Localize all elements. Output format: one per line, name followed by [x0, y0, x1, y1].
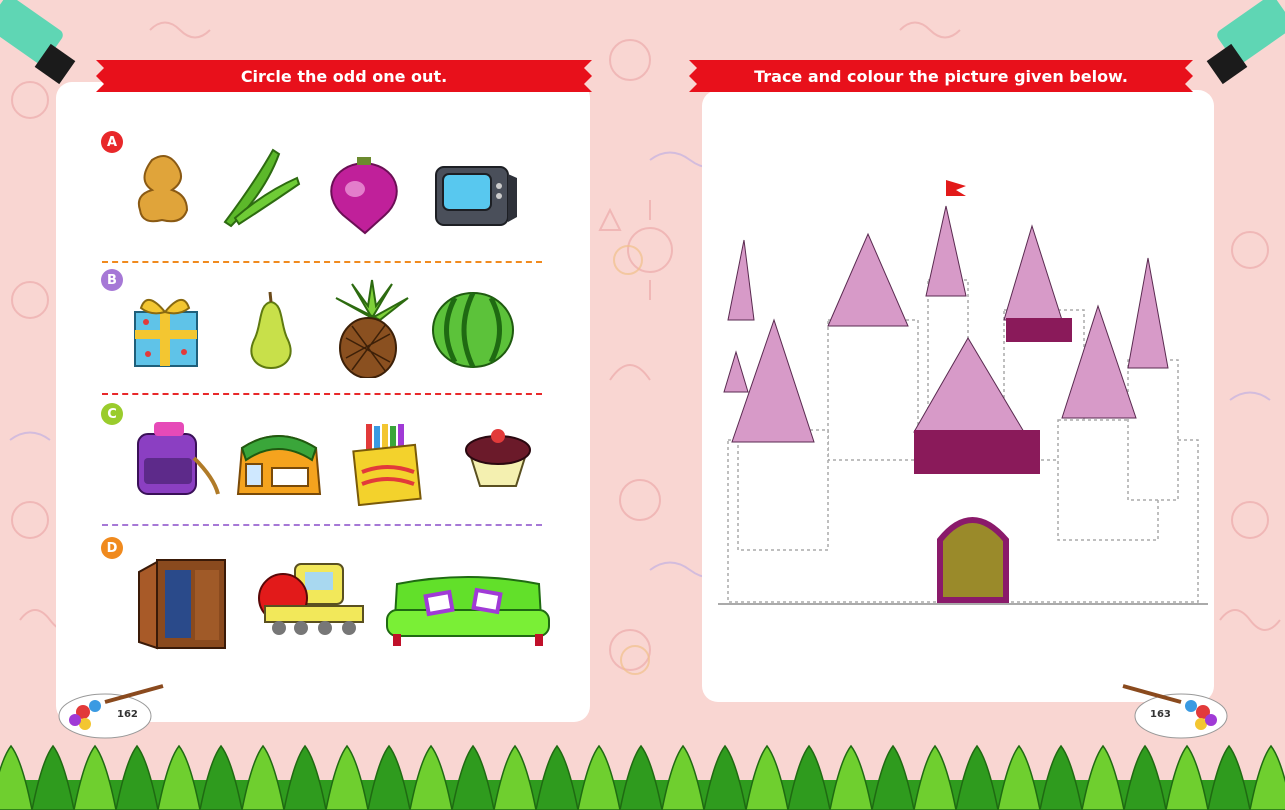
pear-icon[interactable]: [244, 290, 298, 370]
instruction-text: Circle the odd one out.: [240, 66, 448, 86]
palette-icon: [1122, 684, 1228, 739]
instruction-banner: Circle the odd one out.: [96, 56, 592, 96]
grass-blade: [451, 744, 495, 810]
grass-blade: [745, 744, 789, 810]
grass-blade: [1123, 744, 1167, 810]
grass-blade: [997, 744, 1041, 810]
school-bag-icon[interactable]: [132, 418, 224, 498]
okra-icon[interactable]: [215, 142, 303, 228]
grass-blade: [1081, 744, 1125, 810]
castle-picture[interactable]: [718, 180, 1208, 630]
crayon-box-icon[interactable]: [352, 422, 422, 506]
grass-blade: [367, 744, 411, 810]
television-icon[interactable]: [433, 162, 519, 232]
sofa-icon[interactable]: [383, 568, 553, 650]
grass-blade: [73, 744, 117, 810]
grass-blade: [325, 744, 369, 810]
workbook-spread: Circle the odd one out. A B C D 162 Trac…: [0, 0, 1285, 810]
instruction-text: Trace and colour the picture given below…: [754, 66, 1128, 86]
grass-blade: [535, 744, 579, 810]
row-label-b: B: [101, 269, 123, 291]
gift-box-icon[interactable]: [130, 290, 202, 370]
grass-blade: [0, 744, 33, 810]
grass-blade: [157, 744, 201, 810]
toy-train-icon[interactable]: [255, 556, 369, 638]
grass-blade: [493, 744, 537, 810]
right-page: Trace and colour the picture given below…: [642, 0, 1285, 810]
row-label-a: A: [101, 131, 123, 153]
cupcake-icon[interactable]: [460, 426, 536, 490]
pineapple-icon[interactable]: [332, 278, 412, 378]
grass-blade: [1039, 744, 1083, 810]
grass-blade: [1249, 744, 1285, 810]
row-label-c: C: [101, 403, 123, 425]
grass-blade: [1165, 744, 1209, 810]
grass-blade: [409, 744, 453, 810]
grass-blade: [703, 744, 747, 810]
page-number: 163: [1150, 709, 1171, 720]
grass-blade: [955, 744, 999, 810]
grass-blade: [241, 744, 285, 810]
left-page: Circle the odd one out. A B C D 162: [0, 0, 642, 810]
watermelon-icon[interactable]: [430, 290, 516, 370]
grass-blade: [829, 744, 873, 810]
divider-1: [102, 261, 542, 263]
grass-blade: [577, 744, 621, 810]
row-label-d: D: [101, 537, 123, 559]
grass-border: [0, 744, 1285, 810]
wardrobe-icon[interactable]: [135, 556, 231, 652]
instruction-banner: Trace and colour the picture given below…: [689, 56, 1193, 96]
divider-2: [102, 393, 542, 395]
backpack-icon[interactable]: [232, 424, 326, 498]
grass-blade: [199, 744, 243, 810]
grass-blade: [1207, 744, 1251, 810]
ginger-icon[interactable]: [132, 150, 200, 226]
grass-blade: [619, 744, 663, 810]
grass-blade: [787, 744, 831, 810]
turnip-icon[interactable]: [325, 155, 403, 235]
grass-blade: [913, 744, 957, 810]
grass-blade: [661, 744, 705, 810]
grass-blade: [115, 744, 159, 810]
palette-icon: [58, 684, 164, 739]
divider-3: [102, 524, 542, 526]
page-number: 162: [117, 709, 138, 720]
grass-blade: [31, 744, 75, 810]
grass-blade: [871, 744, 915, 810]
grass-blade: [283, 744, 327, 810]
